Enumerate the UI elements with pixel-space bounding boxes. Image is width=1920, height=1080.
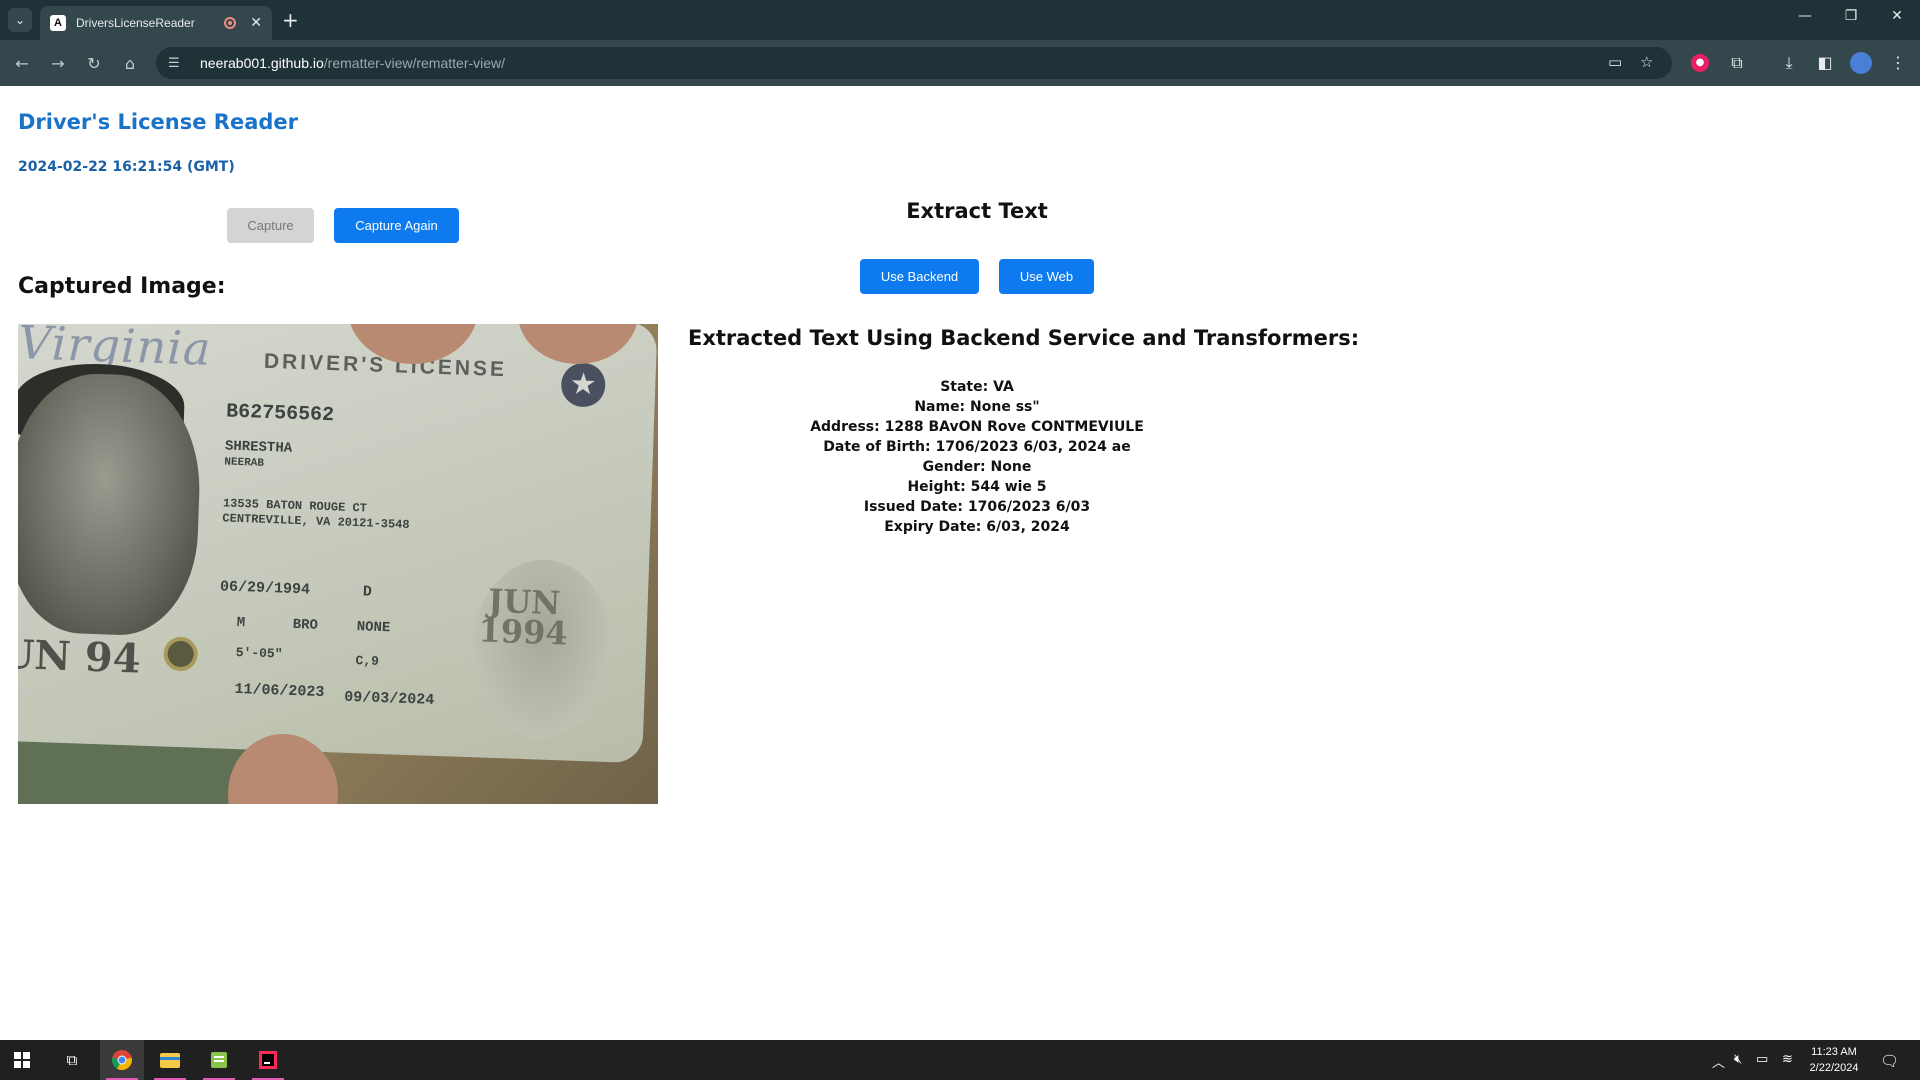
use-backend-button[interactable]: Use Backend [860,259,979,294]
windows-taskbar: ⧉ ︿ 🔇︎ ▭ ≋ 11:23 AM 2/22/2024 🗨︎ [0,1040,1920,1080]
jetbrains-ide-icon [259,1051,277,1069]
forward-arrow-icon[interactable]: → [46,52,70,76]
result-dob: Date of Birth: 1706/2023 6/03, 2024 ae [823,439,1131,455]
taskbar-notepad-plus[interactable] [197,1040,241,1080]
minimize-window-icon[interactable]: — [1782,8,1828,24]
start-button[interactable] [0,1040,44,1080]
license-card: Virginia DRIVER'S LICENSE ★ B62756562 SH… [18,324,658,764]
tray-overflow-chevron-icon[interactable]: ︿ [1712,1052,1725,1071]
wifi-icon[interactable]: ≋ [1782,1052,1793,1067]
reload-icon[interactable]: ↻ [82,52,106,76]
windows-logo-icon [14,1052,30,1068]
back-arrow-icon[interactable]: ← [10,52,34,76]
result-expiry: Expiry Date: 6/03, 2024 [884,519,1070,535]
close-window-icon[interactable]: ✕ [1874,8,1920,24]
angular-favicon-icon: A [50,15,66,31]
capture-again-button[interactable]: Capture Again [334,208,459,243]
extracted-text-heading: Extracted Text Using Backend Service and… [688,326,1360,350]
license-restrictions: C,9 [355,653,380,669]
result-name: Name: None ss" [914,399,1040,415]
browser-tab-active[interactable]: A DriversLicenseReader ✕ [40,6,272,40]
profile-avatar[interactable] [1850,52,1872,74]
license-star-icon: ★ [560,362,607,408]
site-info-icon[interactable]: ☰ [168,56,186,71]
extension-circle-icon[interactable]: ● [1691,54,1709,72]
bookmark-star-icon[interactable]: ☆ [1640,53,1653,71]
home-icon[interactable]: ⌂ [118,52,142,76]
address-bar[interactable]: ☰ neerab001.github.io/rematter-view/rema… [156,47,1672,79]
recording-indicator-icon [224,17,237,29]
battery-icon[interactable]: ▭ [1756,1052,1768,1067]
notepad-icon [211,1052,227,1068]
browser-toolbar: ← → ↻ ⌂ ☰ neerab001.github.io/rematter-v… [0,40,1920,86]
taskbar-file-explorer[interactable] [148,1040,192,1080]
camera-in-use-icon[interactable]: ▭ [1608,53,1622,71]
side-panel-icon[interactable]: ◧ [1813,51,1837,75]
license-corner-text: UN 94 [18,630,142,683]
license-eyes: BRO [292,616,319,634]
result-issued: Issued Date: 1706/2023 6/03 [863,499,1091,515]
notification-center-icon[interactable]: 🗨︎ [1880,1052,1899,1070]
license-ghost-date: JUN 1994 [477,581,569,653]
taskbar-chrome[interactable] [100,1040,144,1080]
restore-window-icon[interactable]: ❐ [1828,8,1874,24]
result-height: Height: 544 wie 5 [907,479,1047,495]
tab-title: DriversLicenseReader [76,16,195,30]
timestamp: 2024-02-22 16:21:54 (GMT) [18,159,235,175]
use-web-button[interactable]: Use Web [999,259,1094,294]
result-gender: Gender: None [922,459,1032,475]
captured-license-photo: Virginia DRIVER'S LICENSE ★ B62756562 SH… [18,324,658,804]
license-sex: M [236,614,246,632]
license-number: B62756562 [225,400,335,428]
volume-muted-icon[interactable]: 🔇︎ [1734,1052,1742,1067]
page-title: Driver's License Reader [18,110,299,134]
browser-tab-bar: ⌄ A DriversLicenseReader ✕ + — ❐ ✕ [0,0,1920,40]
license-height: 5'-05" [235,644,283,662]
url-text: neerab001.github.io/rematter-view/rematt… [200,55,506,71]
chrome-icon [112,1050,132,1070]
result-state: State: VA [940,379,1014,395]
page-content: Driver's License Reader 2024-02-22 16:21… [0,86,1920,1040]
menu-kebab-icon[interactable]: ⋮ [1886,51,1910,75]
taskbar-jetbrains[interactable] [246,1040,290,1080]
license-dob: 06/29/1994 [219,578,311,599]
license-issued: 11/06/2023 [234,680,325,702]
tab-search-chevron-icon[interactable]: ⌄ [8,8,32,32]
new-tab-button[interactable]: + [282,8,299,32]
result-address: Address: 1288 BAvON Rove CONTMEVIULE [810,419,1144,435]
license-seal-icon [163,636,199,672]
captured-image-heading: Captured Image: [18,274,226,299]
extract-text-heading: Extract Text [906,199,1048,223]
taskbar-clock[interactable]: 11:23 AM 2/22/2024 [1808,1044,1860,1076]
extracted-text-list: State: VA Name: None ss" Address: 1288 B… [777,377,1177,537]
clock-date: 2/22/2024 [1809,1062,1859,1074]
task-view-icon[interactable]: ⧉ [50,1040,94,1080]
license-endorsements: NONE [356,619,391,637]
close-tab-icon[interactable]: ✕ [250,15,262,31]
folder-icon [160,1053,180,1068]
license-city: CENTREVILLE, VA 20121-3548 [222,511,410,532]
license-given-name: NEERAB [224,456,265,470]
portrait-face [18,371,204,638]
download-icon[interactable]: ⤓ [1777,51,1801,75]
capture-button[interactable]: Capture [227,208,314,243]
clock-time: 11:23 AM [1811,1046,1857,1058]
license-class: D [362,583,373,601]
extensions-puzzle-icon[interactable]: ⧉ [1725,51,1749,75]
license-surname: SHRESTHA [224,438,293,457]
license-expires: 09/03/2024 [343,688,435,709]
